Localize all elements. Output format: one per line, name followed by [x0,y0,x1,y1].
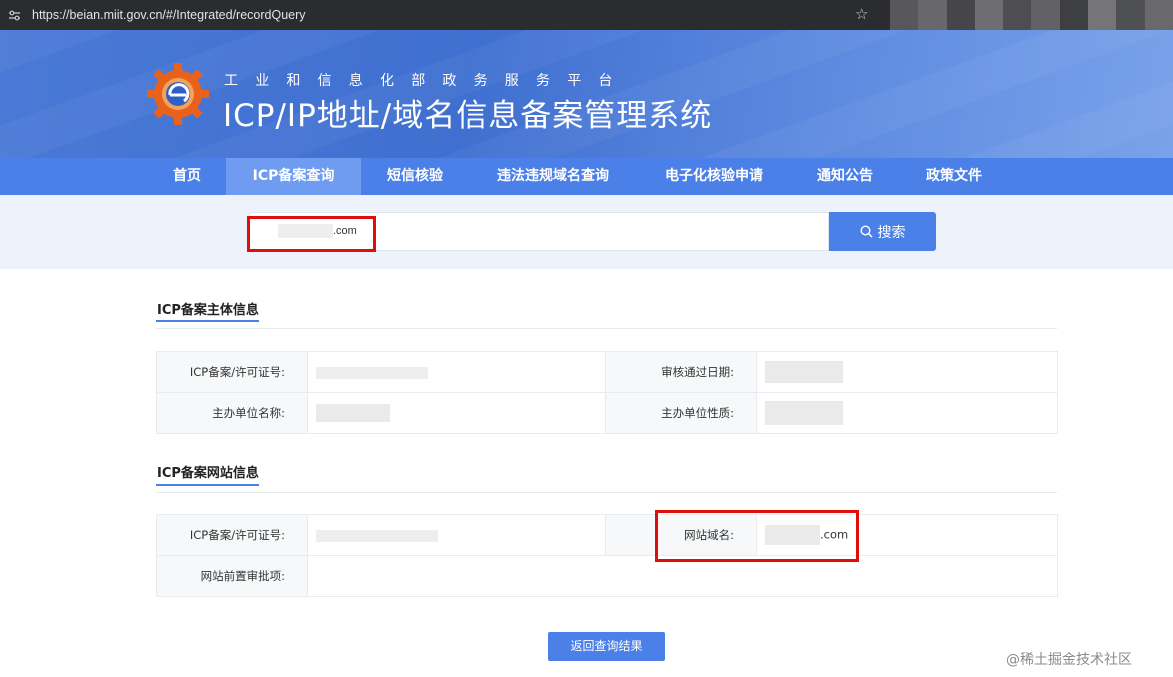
entity-info-table: ICP备案/许可证号: 审核通过日期: 主办单位名称: 主办单位性质: [156,351,1058,434]
table-row: ICP备案/许可证号: 审核通过日期: [156,351,1058,393]
redacted-value [765,401,843,425]
extension-icon[interactable] [1116,0,1145,30]
nav-item-policies[interactable]: 政策文件 [899,158,1009,195]
section-underline-website [156,484,259,486]
back-to-results-button[interactable]: 返回查询结果 [548,632,665,661]
search-zone: .com 搜索 [0,195,1173,269]
extension-icon[interactable] [1031,0,1060,30]
main-nav: 首页 ICP备案查询 短信核验 违法违规域名查询 电子化核验申请 通知公告 政策… [0,158,1173,195]
label-pre-approval: 网站前置审批项: [156,555,308,597]
nav-item-home[interactable]: 首页 [148,158,226,195]
value-website-license [307,514,606,556]
nav-item-sms-verify[interactable]: 短信核验 [361,158,469,195]
nav-item-icp-query[interactable]: ICP备案查询 [226,158,361,195]
value-sponsor-type [756,392,1058,434]
table-row: 主办单位名称: 主办单位性质: [156,392,1058,434]
highlight-box-search [247,216,376,252]
label-sponsor-type: 主办单位性质: [605,392,757,434]
extension-icon[interactable] [1059,0,1089,30]
extension-icon[interactable] [1144,0,1173,30]
value-icp-license [307,351,606,393]
bookmark-star-icon[interactable]: ☆ [855,5,868,23]
section-underline-entity [156,320,259,322]
label-sponsor-name: 主办单位名称: [156,392,308,434]
section-divider-entity [156,328,1057,329]
search-button[interactable]: 搜索 [829,212,936,251]
extension-area [890,0,1173,30]
url-text[interactable]: https://beian.miit.gov.cn/#/Integrated/r… [32,8,306,22]
header-banner: 工业和信息化部政务服务平台 ICP/IP地址/域名信息备案管理系统 [0,30,1173,158]
redacted-value [316,404,390,422]
browser-address-bar: https://beian.miit.gov.cn/#/Integrated/r… [0,0,1173,30]
section-title-website: ICP备案网站信息 [157,466,259,481]
nav-item-e-verify[interactable]: 电子化核验申请 [637,158,791,195]
page-root: https://beian.miit.gov.cn/#/Integrated/r… [0,0,1173,677]
table-row: ICP备案/许可证号: 网站域名: .com [156,514,1058,556]
extension-icon[interactable] [1003,0,1032,30]
table-row: 网站前置审批项: [156,555,1058,597]
website-info-table: ICP备案/许可证号: 网站域名: .com 网站前置审批项: [156,514,1058,597]
label-icp-license: ICP备案/许可证号: [156,351,308,393]
nav-item-notices[interactable]: 通知公告 [791,158,899,195]
value-sponsor-name [307,392,606,434]
extension-icon[interactable] [974,0,1004,30]
highlight-box-domain [655,510,859,562]
section-title-entity: ICP备案主体信息 [157,303,259,318]
nav-item-illegal-domain[interactable]: 违法违规域名查询 [469,158,637,195]
site-info-icon[interactable] [6,7,22,23]
header-subtitle: 工业和信息化部政务服务平台 [224,73,630,89]
redacted-value [316,529,438,542]
label-approval-date: 审核通过日期: [605,351,757,393]
redacted-value [316,366,428,379]
extension-icon[interactable] [1088,0,1117,30]
extension-icon[interactable] [918,0,947,30]
extension-icon[interactable] [946,0,975,30]
gear-e-logo-icon [147,63,209,125]
watermark-text: @稀土掘金技术社区 [1006,652,1132,668]
redacted-value [765,361,843,383]
value-approval-date [756,351,1058,393]
label-website-license: ICP备案/许可证号: [156,514,308,556]
extension-icon[interactable] [890,0,919,30]
search-icon [859,225,873,238]
section-divider-website [156,492,1057,493]
header-title: ICP/IP地址/域名信息备案管理系统 [223,98,713,134]
search-button-label: 搜索 [877,224,906,241]
